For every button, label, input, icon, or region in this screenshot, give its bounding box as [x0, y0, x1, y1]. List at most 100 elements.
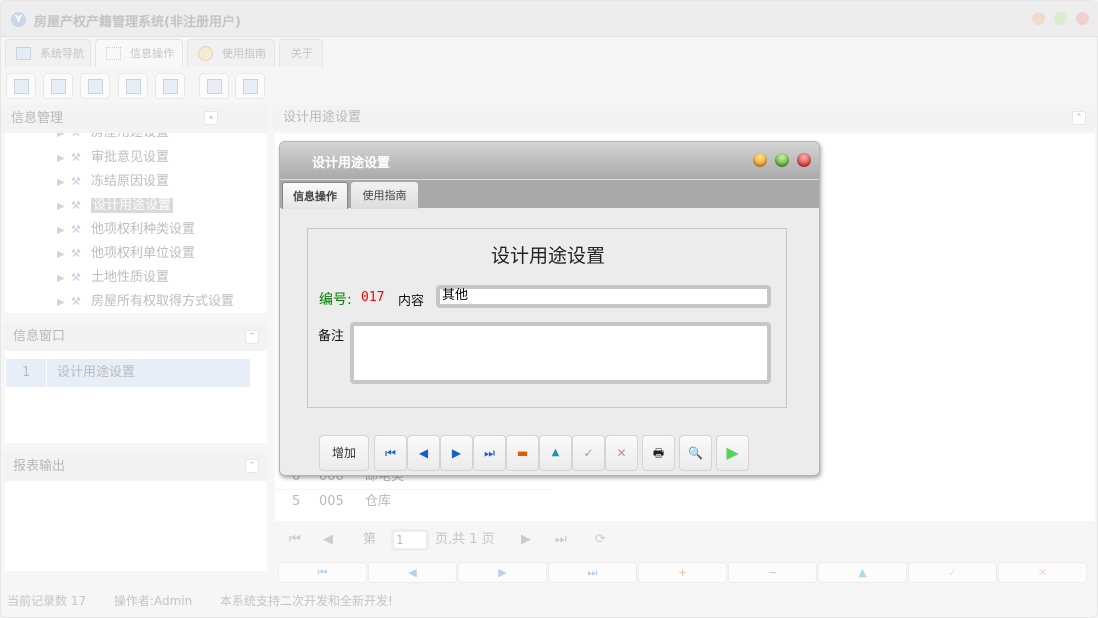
app-title: 房屋产权产籍管理系统(非注册用户)	[34, 15, 241, 30]
panel-title: 设计用途设置	[283, 110, 362, 125]
preview-button[interactable]: 🔍	[679, 435, 712, 471]
dialog-tab-guide[interactable]: 使用指南	[351, 182, 418, 209]
tool-icon: ⚒	[71, 175, 81, 188]
last-page-button[interactable]: ⏭	[555, 529, 567, 551]
expand-arrow-icon[interactable]: ▶	[57, 147, 71, 171]
tool-icon: ⚒	[71, 295, 81, 308]
next-page-button[interactable]: ▶	[521, 529, 531, 551]
cell-name: 仓库	[365, 494, 392, 509]
monitor-icon	[16, 47, 31, 60]
bg-prev-button[interactable]: ◀	[368, 562, 457, 583]
status-message: 本系统支持二次开发和全新开发!	[220, 594, 393, 608]
expand-arrow-icon[interactable]: ▶	[57, 195, 71, 219]
bg-delete-button[interactable]: −	[728, 562, 817, 583]
cancel-button[interactable]: ✕	[605, 435, 638, 471]
dialog-maximize-button[interactable]	[775, 153, 789, 167]
app-logo-icon: Y	[11, 12, 26, 27]
dialog-tab-info-ops[interactable]: 信息操作	[282, 182, 348, 209]
bg-edit-button[interactable]: ▲	[818, 562, 907, 583]
bg-cancel-button[interactable]: ✕	[998, 562, 1087, 583]
maximize-button[interactable]	[1054, 12, 1067, 25]
refresh-icon[interactable]: ⟳	[595, 529, 606, 551]
tree-item-label: 他项权利种类设置	[91, 222, 196, 237]
search-icon	[14, 79, 29, 94]
list-icon	[51, 79, 66, 94]
dialog-close-button[interactable]	[797, 153, 811, 167]
tree-item-label: 土地性质设置	[91, 270, 170, 285]
dialog-minimize-button[interactable]	[753, 153, 767, 167]
tree-item[interactable]: ▶ ⚒ 设计用途设置	[57, 194, 174, 219]
tree-item[interactable]: ▶ ⚒ 他项权利单位设置	[57, 242, 195, 266]
design-use-dialog: 设计用途设置 信息操作 使用指南 设计用途设置 编号: 017 内容 其他 备注…	[279, 141, 820, 476]
expand-arrow-icon[interactable]: ▶	[57, 291, 71, 315]
search-tool-button[interactable]	[6, 73, 36, 99]
tree-item[interactable]: ▶⚒房屋用途设置	[57, 133, 169, 145]
window-tool-button[interactable]	[235, 73, 265, 99]
tree-item[interactable]: ▶ ⚒ 土地性质设置	[57, 266, 169, 290]
page-input-wrap: 1	[391, 529, 429, 551]
expand-arrow-icon[interactable]: ▶	[57, 267, 71, 291]
tab-info-ops[interactable]: 信息操作	[95, 39, 183, 67]
tree-item-label: 审批意见设置	[91, 150, 170, 165]
table-row[interactable]: 5 005 仓库	[275, 489, 551, 513]
row-label: 设计用途设置	[46, 359, 135, 387]
prev-record-button[interactable]: ◀	[407, 435, 440, 471]
page-suffix: 页,共 1 页	[435, 532, 495, 547]
save-button[interactable]: ✓	[572, 435, 605, 471]
next-record-button[interactable]: ▶	[440, 435, 473, 471]
collapse-info-window-button[interactable]: ⌃	[245, 330, 259, 344]
prev-page-button[interactable]: ◀	[323, 529, 333, 551]
tab-system-nav[interactable]: 系统导航	[5, 39, 91, 67]
dialog-title: 设计用途设置	[312, 156, 391, 171]
bg-last-button[interactable]: ⏭	[548, 562, 637, 583]
run-button[interactable]: ▶	[716, 435, 749, 471]
list-item[interactable]: 1 设计用途设置	[6, 359, 250, 387]
content-input[interactable]: 其他	[436, 285, 771, 308]
document-tool-button[interactable]	[80, 73, 110, 99]
dialog-title-bar[interactable]: 设计用途设置	[280, 142, 819, 179]
tree-item[interactable]: ▶ ⚒ 冻结原因设置	[57, 170, 169, 194]
expand-arrow-icon[interactable]: ▶	[57, 219, 71, 243]
minimize-button[interactable]	[1032, 12, 1045, 25]
main-header: 设计用途设置	[273, 105, 1095, 131]
bg-save-button[interactable]: ✓	[908, 562, 997, 583]
collapse-main-button[interactable]: ⌃	[1072, 111, 1086, 125]
edit-button[interactable]: ▲	[539, 435, 572, 471]
tree-item[interactable]: ▶ ⚒ 房屋所有权取得方式设置	[57, 290, 234, 314]
tool-icon: ⚒	[71, 199, 81, 212]
first-record-button[interactable]: ⏮	[374, 435, 407, 471]
dialog-tabs: 信息操作 使用指南	[280, 179, 819, 209]
record-count: 当前记录数 17	[7, 594, 87, 608]
bg-next-button[interactable]: ▶	[458, 562, 547, 583]
remark-textarea[interactable]	[350, 322, 771, 384]
delete-button[interactable]: ▬	[506, 435, 539, 471]
last-record-button[interactable]: ⏭	[473, 435, 506, 471]
tree-item[interactable]: ▶ ⚒ 他项权利种类设置	[57, 218, 195, 242]
collapse-left-button[interactable]: «	[204, 111, 218, 125]
expand-arrow-icon[interactable]: ▶	[57, 171, 71, 195]
add-button[interactable]: 增加	[319, 435, 369, 471]
close-button[interactable]	[1076, 12, 1089, 25]
tab-guide[interactable]: 使用指南	[187, 39, 275, 67]
grid-icon	[106, 47, 121, 60]
export-tool-button[interactable]	[199, 73, 229, 99]
pager: ⏮ ◀ 第 1 页,共 1 页 ▶ ⏭ ⟳	[289, 529, 629, 551]
tool-icon: ⚒	[71, 223, 81, 236]
title-bar: Y 房屋产权产籍管理系统(非注册用户)	[1, 1, 1098, 37]
expand-arrow-icon[interactable]: ▶	[57, 243, 71, 267]
tab-about[interactable]: 关于	[279, 39, 323, 67]
tool-icon: ⚒	[71, 247, 81, 260]
collapse-report-button[interactable]: ⌃	[245, 459, 259, 473]
tool-icon: ⚒	[71, 151, 81, 164]
first-page-button[interactable]: ⏮	[289, 529, 301, 551]
user-tool-button[interactable]	[118, 73, 148, 99]
list-tool-button[interactable]	[43, 73, 73, 99]
screen-tool-button[interactable]	[155, 73, 185, 99]
print-button[interactable]: 🖶	[642, 435, 675, 471]
form-title: 设计用途设置	[490, 245, 605, 267]
tree-item[interactable]: ▶ ⚒ 审批意见设置	[57, 146, 169, 170]
bg-first-button[interactable]: ⏮	[278, 562, 367, 583]
page-input[interactable]: 1	[394, 532, 426, 548]
tree-item-label: 冻结原因设置	[91, 174, 170, 189]
bg-add-button[interactable]: +	[638, 562, 727, 583]
